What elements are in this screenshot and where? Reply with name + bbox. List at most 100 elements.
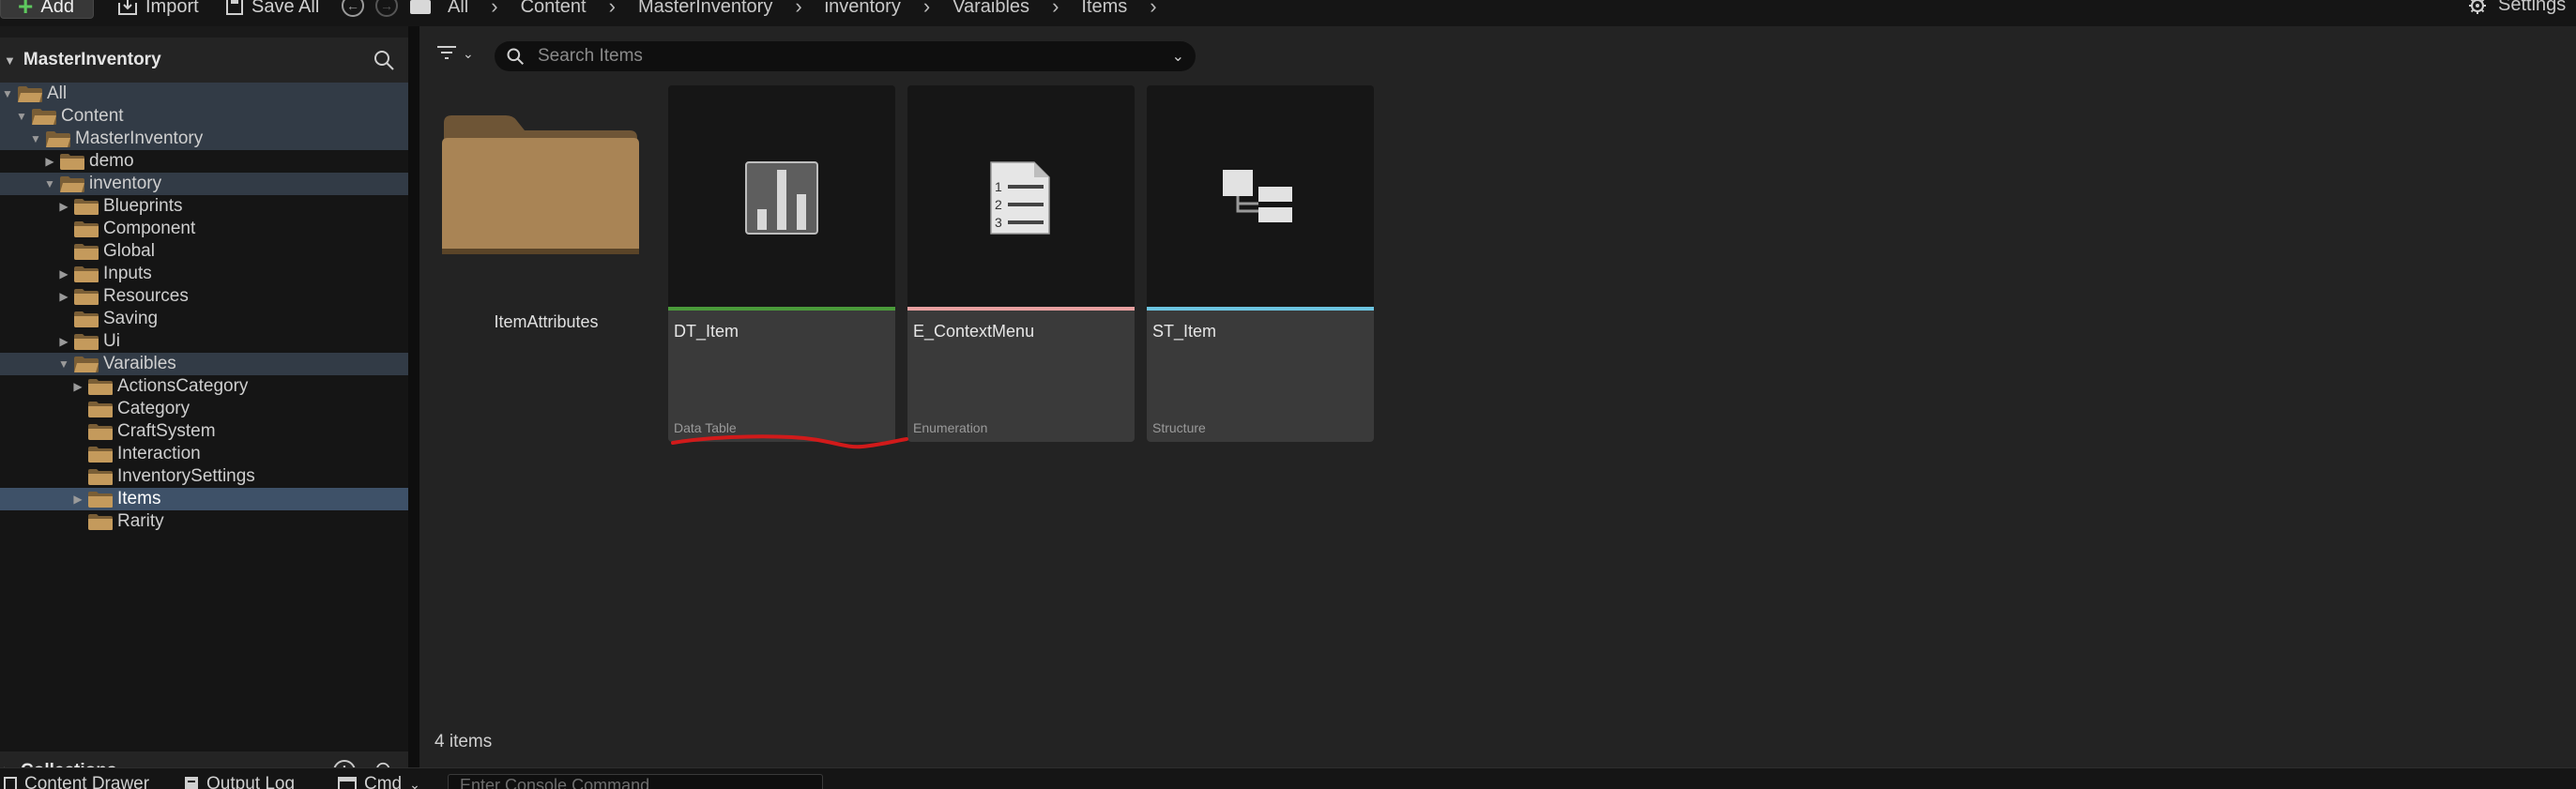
caret-right-icon[interactable]: ▶ xyxy=(56,335,71,348)
panel-splitter[interactable] xyxy=(408,26,419,767)
chevron-right-icon[interactable]: › xyxy=(609,0,616,19)
folder-icon xyxy=(88,378,113,395)
settings-button[interactable]: Settings xyxy=(2468,0,2566,16)
tree-item[interactable]: ▼ MasterInventory xyxy=(0,128,408,150)
chevron-right-icon[interactable]: › xyxy=(795,0,801,19)
filter-icon xyxy=(437,46,456,59)
breadcrumb-item[interactable]: inventory xyxy=(825,0,901,18)
asset-search-bar: ⌄ xyxy=(495,41,1196,71)
source-tree-header[interactable]: ▼ MasterInventory xyxy=(0,38,408,83)
chevron-right-icon[interactable]: › xyxy=(491,0,497,19)
tree-item[interactable]: ▼ Content xyxy=(0,105,408,128)
caret-down-icon[interactable]: ▼ xyxy=(42,177,57,190)
caret-down-icon[interactable]: ▼ xyxy=(14,110,29,123)
tree-item[interactable]: Category xyxy=(0,398,408,420)
tree-item-label: ActionsCategory xyxy=(117,376,249,396)
tree-item[interactable]: Interaction xyxy=(0,443,408,465)
tree-item[interactable]: Saving xyxy=(0,308,408,330)
source-tree-panel: ▼ MasterInventory ▼ All ▼ Content ▼ MasterInv… xyxy=(0,38,408,789)
asset-name: ST_Item xyxy=(1152,322,1217,341)
folder-icon xyxy=(410,0,431,14)
breadcrumb: All › Content › MasterInventory › invent… xyxy=(410,0,1180,19)
search-input[interactable] xyxy=(538,46,1138,67)
asset-tile[interactable]: DT_Item Data Table xyxy=(668,85,895,442)
tree-item[interactable]: ▶ Inputs xyxy=(0,263,408,285)
tree-item[interactable]: ▶ Items xyxy=(0,488,408,510)
folder-icon xyxy=(88,446,113,463)
folder-open-icon xyxy=(46,130,70,147)
tree-item[interactable]: ▼ Varaibles xyxy=(0,353,408,375)
folder-icon xyxy=(442,115,639,254)
chevron-right-icon[interactable]: › xyxy=(923,0,930,19)
cmd-label: Cmd xyxy=(364,774,403,789)
folder-icon xyxy=(74,333,99,350)
forward-arrow-icon[interactable]: → xyxy=(375,0,398,17)
asset-info: ST_Item Structure xyxy=(1147,311,1374,442)
caret-right-icon[interactable]: ▶ xyxy=(56,200,71,213)
caret-right-icon[interactable]: ▶ xyxy=(56,267,71,281)
folder-icon xyxy=(60,153,84,170)
caret-right-icon[interactable]: ▶ xyxy=(70,380,85,393)
tree-item-label: Items xyxy=(117,489,161,508)
svg-text:3: 3 xyxy=(995,215,1002,230)
tree-item[interactable]: ▶ Resources xyxy=(0,285,408,308)
import-button-label: Import xyxy=(145,0,199,17)
breadcrumb-item[interactable]: Content xyxy=(521,0,587,18)
top-toolbar: + Add Import Save All ← → All › Content … xyxy=(0,0,2576,26)
caret-down-icon[interactable]: ▼ xyxy=(56,357,71,371)
tree-item[interactable]: ▶ demo xyxy=(0,150,408,173)
tree-item[interactable]: ▼ inventory xyxy=(0,173,408,195)
caret-down-icon[interactable]: ▼ xyxy=(0,87,15,100)
cmd-dropdown[interactable]: Cmd ⌄ xyxy=(338,774,420,789)
save-all-button[interactable]: Save All xyxy=(225,0,319,19)
tree-item[interactable]: Global xyxy=(0,240,408,263)
tree-item-label: Varaibles xyxy=(103,354,176,373)
add-button[interactable]: + Add xyxy=(0,0,94,21)
asset-tile[interactable]: 1 2 3 E_ContextMenu Enumeration xyxy=(907,85,1135,442)
asset-info: DT_Item Data Table xyxy=(668,311,895,442)
folder-open-icon xyxy=(18,85,42,102)
asset-tile[interactable]: ST_Item Structure xyxy=(1147,85,1374,442)
tree-item-label: MasterInventory xyxy=(75,129,204,148)
folder-icon xyxy=(88,401,113,417)
tree-item[interactable]: Rarity xyxy=(0,510,408,533)
chevron-right-icon[interactable]: › xyxy=(1150,0,1156,19)
caret-down-icon[interactable]: ▼ xyxy=(28,132,43,145)
chevron-right-icon[interactable]: › xyxy=(1052,0,1059,19)
tree-item-label: CraftSystem xyxy=(117,421,216,441)
search-icon[interactable] xyxy=(373,49,395,71)
console-command-input[interactable]: Enter Console Command xyxy=(448,774,823,789)
tree-item[interactable]: ▶ Blueprints xyxy=(0,195,408,218)
tree-item[interactable]: ▼ All xyxy=(0,83,408,105)
breadcrumb-item[interactable]: Varaibles xyxy=(953,0,1029,18)
breadcrumb-item[interactable]: Items xyxy=(1081,0,1127,18)
content-drawer-tab[interactable]: Content Drawer xyxy=(4,774,149,789)
tree-item[interactable]: ▶ ActionsCategory xyxy=(0,375,408,398)
folder-icon xyxy=(88,491,113,508)
red-underline-annotation xyxy=(671,434,908,449)
tree-item[interactable]: CraftSystem xyxy=(0,420,408,443)
breadcrumb-item[interactable]: All xyxy=(448,0,468,18)
save-icon xyxy=(226,0,243,15)
caret-right-icon[interactable]: ▶ xyxy=(56,290,71,303)
tree-item-label: Rarity xyxy=(117,511,164,531)
filter-button[interactable]: ⌄ xyxy=(436,45,474,62)
tree-item[interactable]: ▶ Ui xyxy=(0,330,408,353)
tree-item-label: Component xyxy=(103,219,196,238)
folder-icon xyxy=(74,311,99,327)
folder-icon xyxy=(88,513,113,530)
folder-icon xyxy=(74,198,99,215)
enumeration-icon: 1 2 3 xyxy=(990,161,1050,235)
import-icon xyxy=(118,0,137,15)
output-log-tab[interactable]: Output Log xyxy=(184,774,295,789)
chevron-down-icon[interactable]: ⌄ xyxy=(1172,47,1184,66)
plus-icon: + xyxy=(18,0,34,21)
caret-down-icon[interactable]: ▼ xyxy=(4,53,16,68)
import-button[interactable]: Import xyxy=(117,0,199,19)
tree-item[interactable]: InventorySettings xyxy=(0,465,408,488)
tree-item[interactable]: Component xyxy=(0,218,408,240)
breadcrumb-item[interactable]: MasterInventory xyxy=(638,0,772,18)
back-arrow-icon[interactable]: ← xyxy=(342,0,364,17)
caret-right-icon[interactable]: ▶ xyxy=(70,493,85,506)
caret-right-icon[interactable]: ▶ xyxy=(42,155,57,168)
